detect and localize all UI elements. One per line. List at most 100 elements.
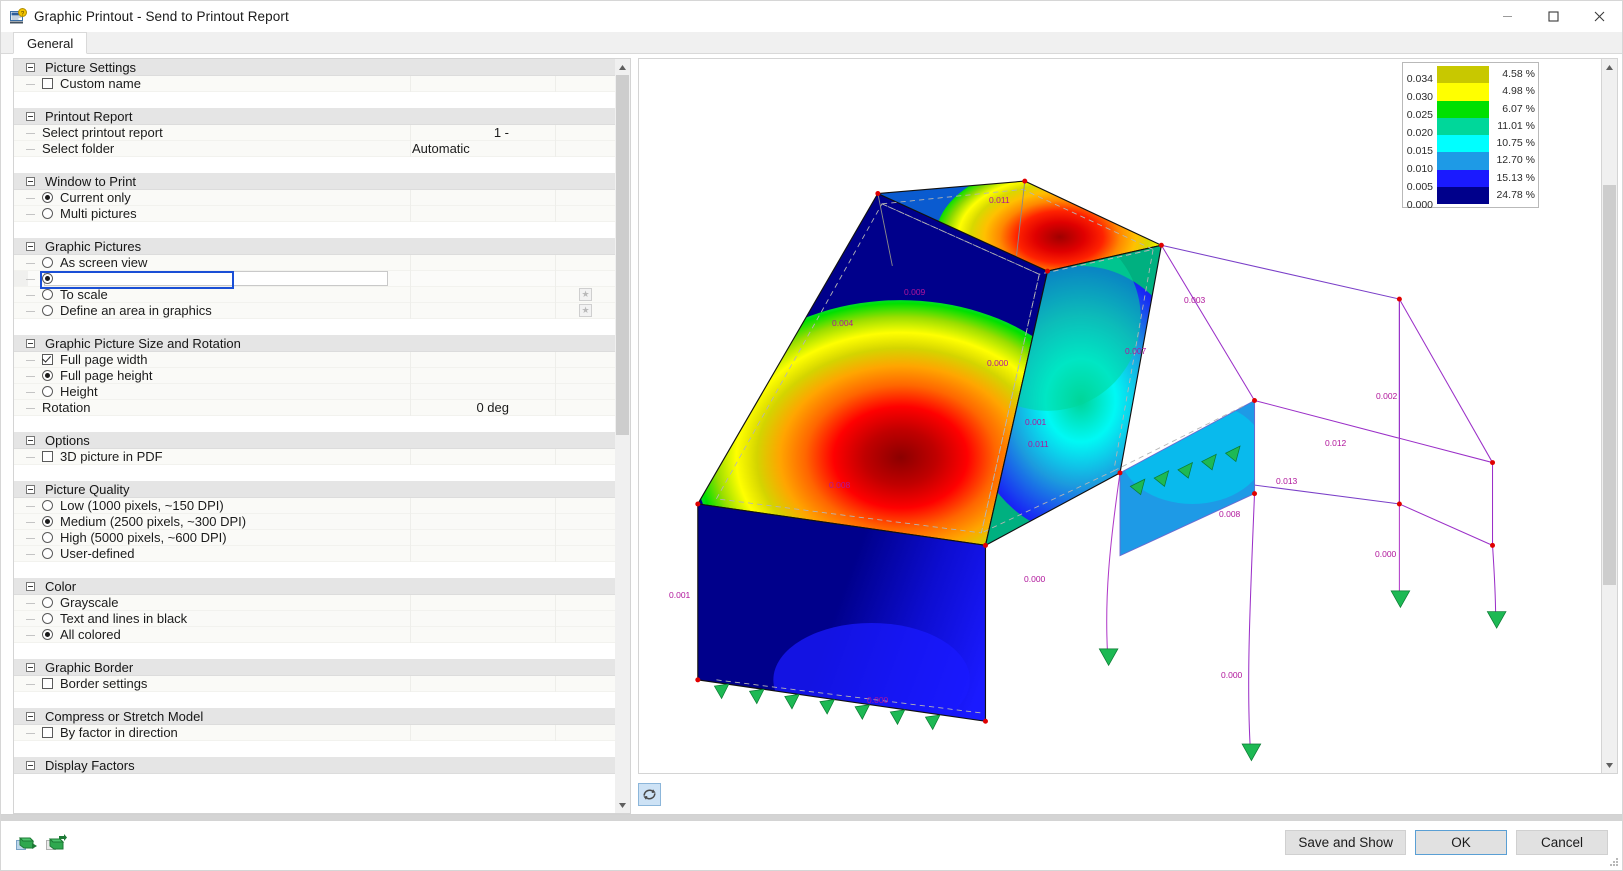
graphic-preview[interactable]: 0.011 0.009 0.004 0.000 0.003 0.007 0.002 0.001… bbox=[638, 58, 1602, 774]
radio-selected[interactable] bbox=[42, 516, 53, 527]
row-value-cell[interactable] bbox=[410, 286, 555, 303]
row-action-cell[interactable] bbox=[555, 724, 615, 741]
radio-unselected[interactable] bbox=[42, 500, 53, 511]
checkbox-unchecked[interactable] bbox=[42, 727, 53, 738]
group-header-5[interactable]: Options bbox=[14, 432, 615, 449]
collapse-icon[interactable] bbox=[26, 241, 35, 251]
radio-selected[interactable] bbox=[42, 629, 53, 640]
radio-unselected[interactable] bbox=[42, 289, 53, 300]
setting-row[interactable]: Select folder Automatic bbox=[14, 140, 615, 157]
row-value-cell[interactable] bbox=[410, 367, 555, 384]
row-value-cell[interactable] bbox=[410, 270, 555, 287]
tab-general[interactable]: General bbox=[13, 32, 88, 54]
scroll-up-arrow[interactable] bbox=[615, 59, 630, 75]
row-action-cell[interactable] bbox=[555, 626, 615, 643]
group-header-4[interactable]: Graphic Picture Size and Rotation bbox=[14, 335, 615, 352]
row-value-cell[interactable] bbox=[410, 610, 555, 627]
export-green-icon[interactable] bbox=[15, 833, 37, 853]
setting-row[interactable]: Text and lines in black bbox=[14, 610, 615, 627]
row-value-cell[interactable] bbox=[410, 529, 555, 546]
graphic-scroll-track[interactable] bbox=[1602, 75, 1617, 757]
setting-row[interactable]: Current only bbox=[14, 189, 615, 206]
row-value-cell[interactable] bbox=[410, 189, 555, 206]
group-header-2[interactable]: Window to Print bbox=[14, 173, 615, 190]
settings-scroll-thumb[interactable] bbox=[616, 75, 629, 435]
row-action-cell[interactable] bbox=[555, 270, 615, 287]
row-value-cell[interactable] bbox=[410, 497, 555, 514]
graphic-scroll-up-arrow[interactable] bbox=[1602, 59, 1617, 75]
setting-row[interactable]: As screen view bbox=[14, 254, 615, 271]
row-value-cell[interactable] bbox=[410, 383, 555, 400]
radio-unselected[interactable] bbox=[42, 386, 53, 397]
group-header-10[interactable]: Display Factors bbox=[14, 757, 615, 774]
setting-row[interactable]: Custom name bbox=[14, 75, 615, 92]
collapse-icon[interactable] bbox=[26, 176, 35, 186]
setting-row[interactable]: All colored bbox=[14, 626, 615, 643]
resize-grip[interactable] bbox=[1607, 856, 1619, 868]
setting-row[interactable]: High (5000 pixels, ~600 DPI) bbox=[14, 529, 615, 546]
setting-row[interactable]: Rotation 0 deg bbox=[14, 399, 615, 416]
graphic-scroll-down-arrow[interactable] bbox=[1602, 757, 1617, 773]
radio-selected[interactable] bbox=[42, 192, 53, 203]
radio-unselected[interactable] bbox=[42, 208, 53, 219]
graphic-scroll-thumb[interactable] bbox=[1603, 185, 1616, 585]
row-action-cell[interactable] bbox=[555, 513, 615, 530]
collapse-icon[interactable] bbox=[26, 111, 35, 121]
group-header-1[interactable]: Printout Report bbox=[14, 108, 615, 125]
collapse-icon[interactable] bbox=[26, 338, 35, 348]
row-action-cell[interactable] bbox=[555, 545, 615, 562]
group-header-7[interactable]: Color bbox=[14, 578, 615, 595]
radio-unselected[interactable] bbox=[42, 305, 53, 316]
row-value-cell[interactable] bbox=[410, 513, 555, 530]
row-value-cell[interactable] bbox=[410, 205, 555, 222]
row-value-cell[interactable] bbox=[410, 594, 555, 611]
checkbox-unchecked[interactable] bbox=[42, 678, 53, 689]
row-value-cell[interactable] bbox=[410, 626, 555, 643]
checkbox-unchecked[interactable] bbox=[42, 451, 53, 462]
row-value-cell[interactable] bbox=[410, 254, 555, 271]
row-action-cell[interactable] bbox=[555, 140, 615, 157]
group-header-9[interactable]: Compress or Stretch Model bbox=[14, 708, 615, 725]
cancel-button[interactable]: Cancel bbox=[1516, 830, 1608, 855]
radio-unselected[interactable] bbox=[42, 613, 53, 624]
setting-row[interactable]: By factor in direction bbox=[14, 724, 615, 741]
group-header-6[interactable]: Picture Quality bbox=[14, 481, 615, 498]
settings-scroll-track[interactable] bbox=[615, 75, 630, 797]
radio-selected[interactable] bbox=[42, 273, 53, 284]
group-header-8[interactable]: Graphic Border bbox=[14, 659, 615, 676]
setting-row[interactable]: Grayscale bbox=[14, 594, 615, 611]
row-action-cell[interactable] bbox=[555, 529, 615, 546]
row-value-cell[interactable] bbox=[410, 724, 555, 741]
group-header-0[interactable]: Picture Settings bbox=[14, 59, 615, 76]
collapse-icon[interactable] bbox=[26, 711, 35, 721]
close-button[interactable] bbox=[1576, 1, 1622, 32]
row-value-cell[interactable] bbox=[410, 75, 555, 92]
refresh-icon[interactable] bbox=[638, 782, 661, 806]
checkbox-unchecked[interactable] bbox=[42, 78, 53, 89]
collapse-icon[interactable] bbox=[26, 435, 35, 445]
row-value-cell[interactable] bbox=[410, 351, 555, 368]
setting-row[interactable]: Low (1000 pixels, ~150 DPI) bbox=[14, 497, 615, 514]
collapse-icon[interactable] bbox=[26, 760, 35, 770]
setting-row[interactable]: Window filling... bbox=[14, 270, 615, 289]
row-value-cell[interactable]: Automatic bbox=[410, 140, 555, 157]
setting-row[interactable]: Border settings bbox=[14, 675, 615, 692]
row-action-cell[interactable] bbox=[555, 383, 615, 400]
row-action-cell[interactable] bbox=[555, 75, 615, 92]
save-and-show-button[interactable]: Save and Show bbox=[1285, 830, 1406, 855]
collapse-icon[interactable] bbox=[26, 662, 35, 672]
row-action-cell[interactable] bbox=[555, 448, 615, 465]
row-value-cell[interactable] bbox=[410, 448, 555, 465]
row-action-cell[interactable] bbox=[555, 124, 615, 141]
row-value-cell[interactable] bbox=[410, 675, 555, 692]
row-value-cell[interactable] bbox=[410, 545, 555, 562]
collapse-icon[interactable] bbox=[26, 484, 35, 494]
collapse-icon[interactable] bbox=[26, 62, 35, 72]
import-green-icon[interactable] bbox=[45, 833, 67, 853]
setting-row[interactable]: Full page height bbox=[14, 367, 615, 384]
row-value-cell[interactable]: 1 - bbox=[410, 124, 555, 141]
radio-unselected[interactable] bbox=[42, 597, 53, 608]
pick-in-graphics-icon[interactable]: ★ bbox=[579, 288, 592, 301]
setting-row[interactable]: Multi pictures bbox=[14, 205, 615, 222]
radio-unselected[interactable] bbox=[42, 532, 53, 543]
